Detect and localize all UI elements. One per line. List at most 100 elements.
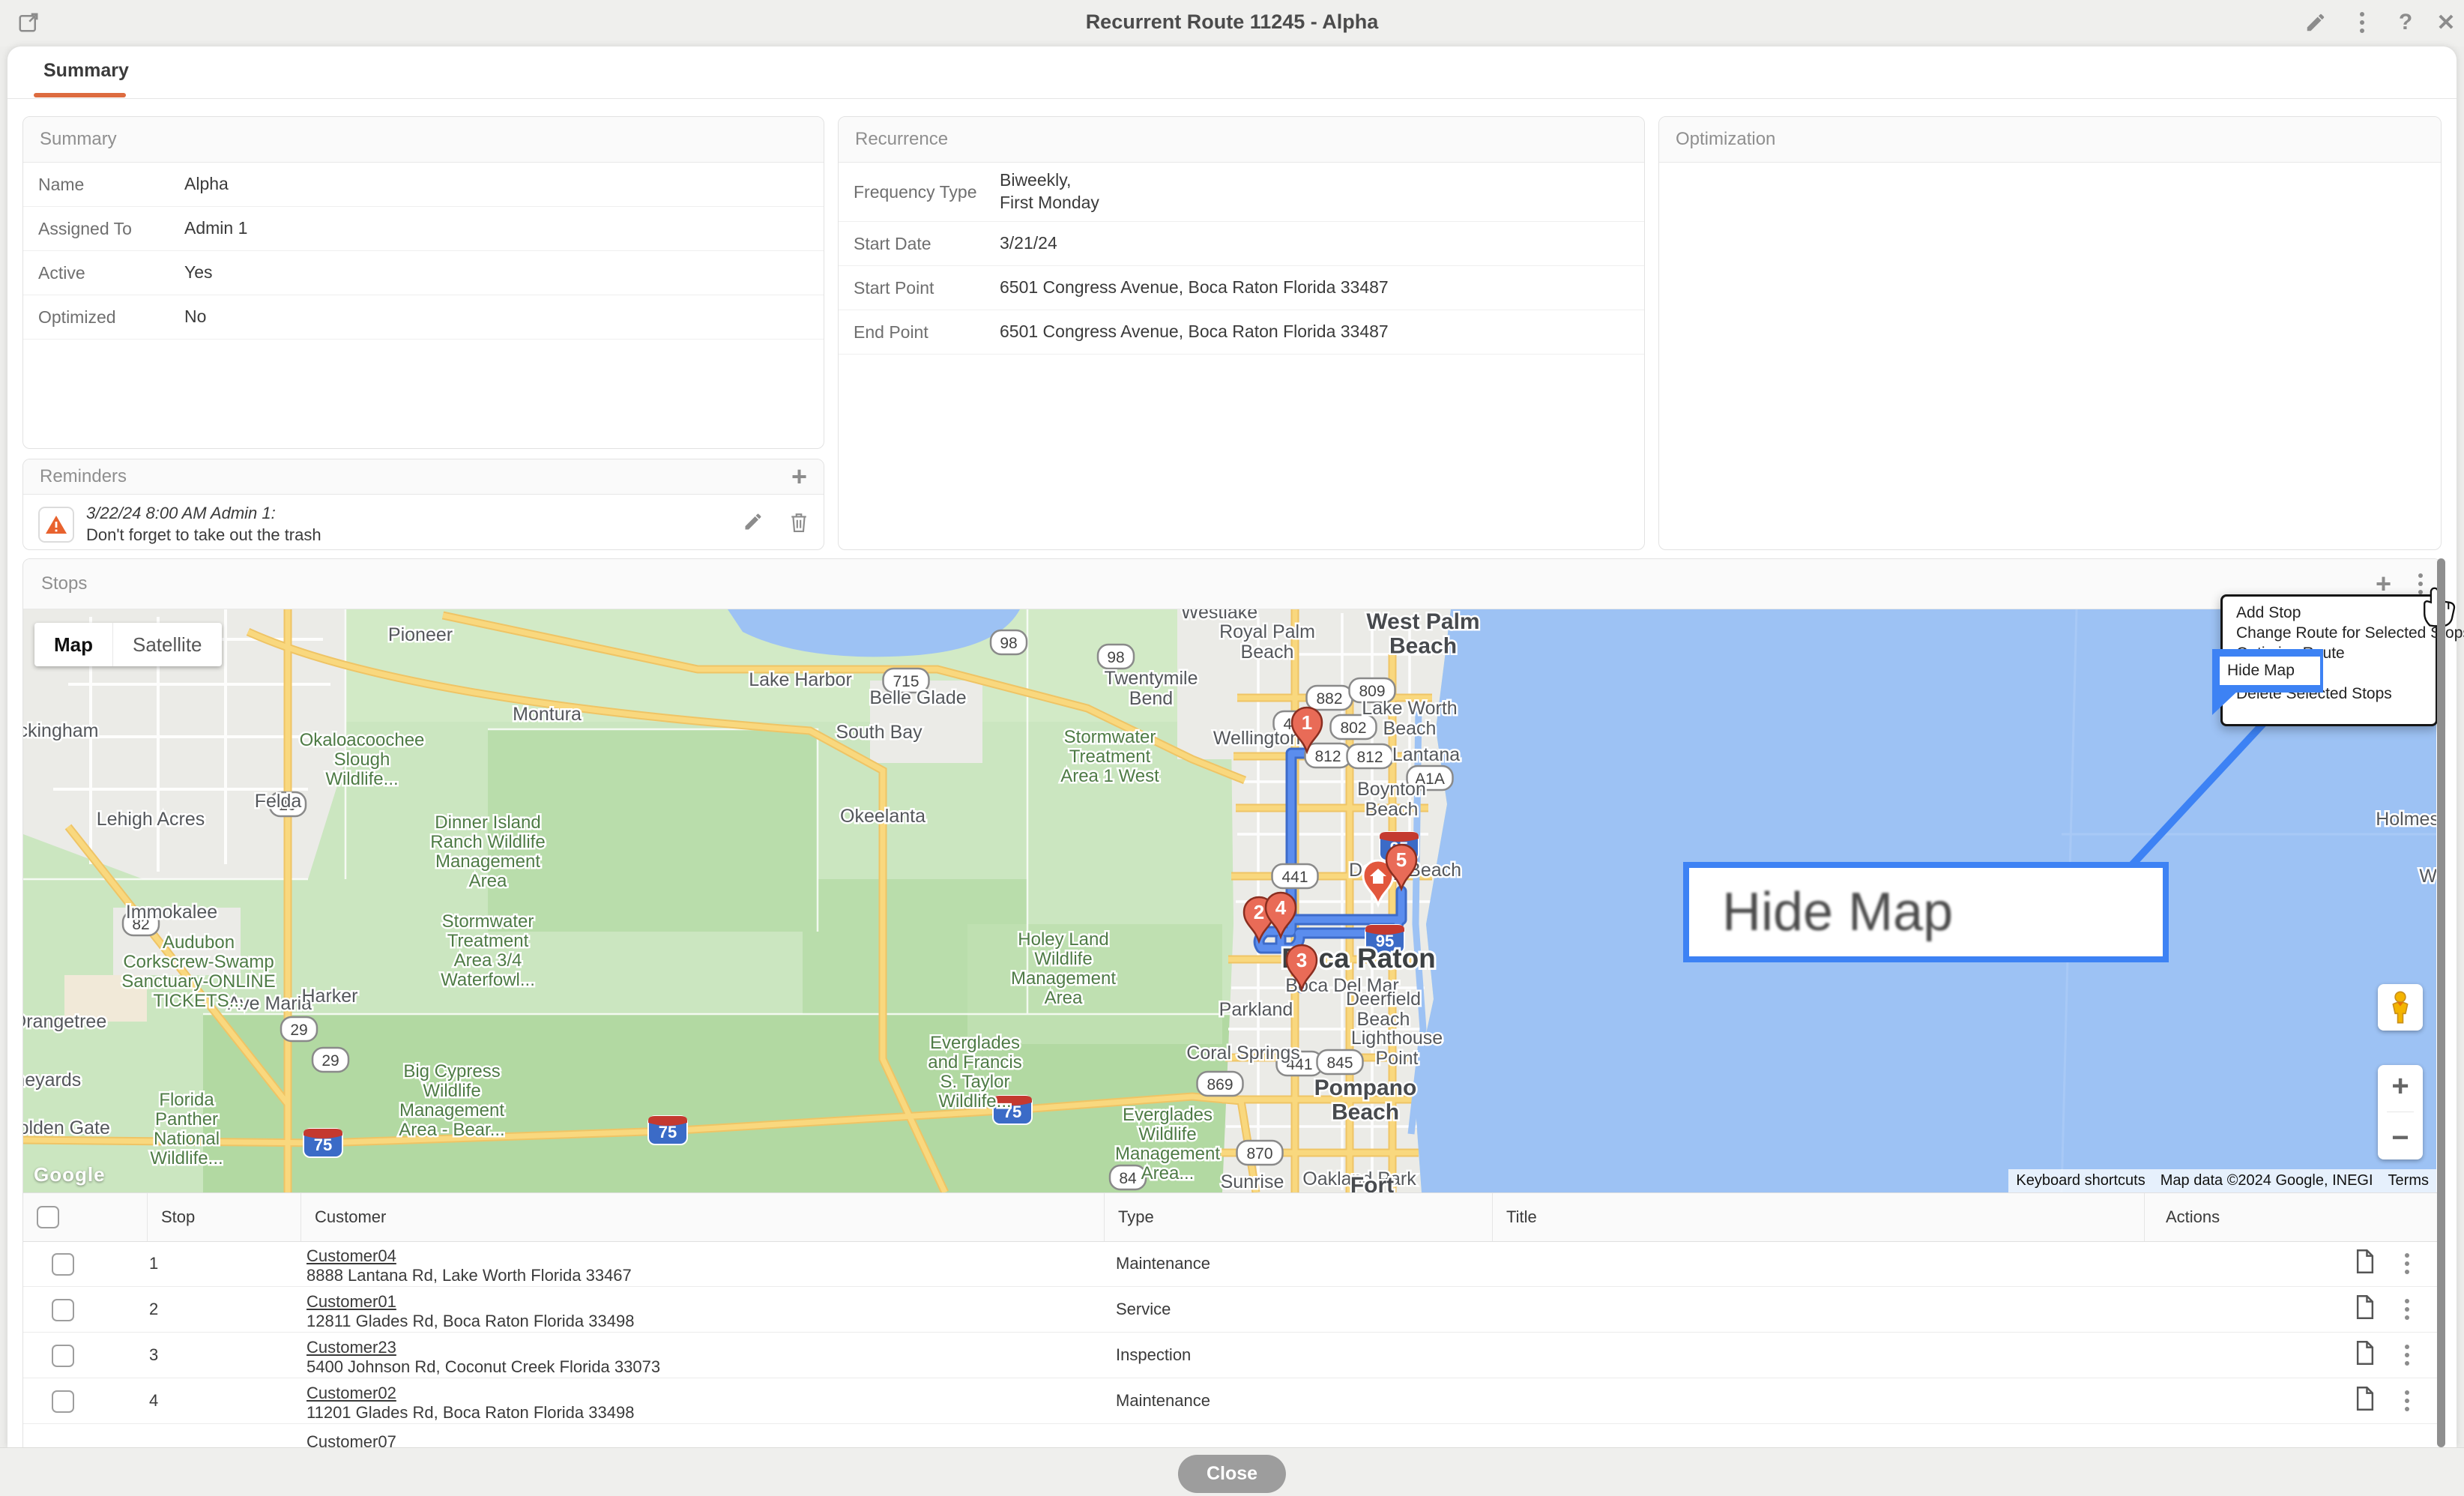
road-shield: 29 (281, 1017, 317, 1041)
road-shield: 870 (1237, 1141, 1283, 1165)
recurrence-row-frequency: Frequency Type Biweekly, First Monday (839, 163, 1644, 222)
svg-text:Immokalee: Immokalee (126, 902, 217, 923)
tab-divider (7, 98, 2457, 99)
svg-text:882: 882 (1316, 690, 1342, 708)
svg-text:5: 5 (1396, 848, 1407, 871)
document-icon[interactable] (2355, 1341, 2375, 1369)
more-options-icon[interactable] (2347, 7, 2377, 37)
svg-text:Wellington: Wellington (1213, 728, 1300, 749)
road-shield: 882 (1307, 686, 1353, 710)
road-shield: 812 (1347, 744, 1393, 768)
window-title: Recurrent Route 11245 - Alpha (0, 10, 2464, 34)
recurrence-card-title: Recurrence (855, 129, 948, 150)
road-shield: 812 (1305, 744, 1351, 767)
customer-link[interactable]: Customer07 (307, 1432, 396, 1449)
row-menu-icon[interactable] (2405, 1390, 2409, 1411)
svg-text:Wi: Wi (2419, 866, 2436, 887)
customer-link[interactable]: Customer04 (307, 1246, 396, 1266)
menu-item-change-route[interactable]: Change Route for Selected Stops (2223, 623, 2436, 643)
hide-map-highlight-chip[interactable]: Hide Map (2220, 657, 2320, 685)
table-row: 2 Customer01 12811 Glades Rd, Boca Raton… (23, 1286, 2439, 1333)
svg-text:South Bay: South Bay (836, 722, 923, 743)
document-icon[interactable] (2355, 1249, 2375, 1278)
customer-address: 12811 Glades Rd, Boca Raton Florida 3349… (307, 1312, 634, 1331)
svg-text:2: 2 (1254, 901, 1264, 923)
screen: Recurrent Route 11245 - Alpha ? ✕ Summar… (0, 0, 2464, 1496)
col-customer: Customer (301, 1193, 1104, 1241)
svg-text:812: 812 (1314, 748, 1341, 765)
close-window-icon[interactable]: ✕ (2431, 7, 2461, 37)
add-reminder-button[interactable]: + (791, 463, 807, 490)
row-checkbox[interactable] (52, 1253, 74, 1276)
recurrence-row-startdate: Start Date 3/21/24 (839, 222, 1644, 266)
vertical-scrollbar[interactable] (2437, 558, 2445, 1447)
map-view-button[interactable]: Map (34, 623, 112, 666)
svg-text:Orangetree: Orangetree (23, 1011, 106, 1032)
tab-summary[interactable]: Summary (43, 60, 129, 82)
table-row: 1 Customer04 8888 Lantana Rd, Lake Worth… (23, 1240, 2439, 1287)
svg-text:Golden Gate: Golden Gate (23, 1118, 110, 1138)
row-menu-icon[interactable] (2405, 1299, 2409, 1320)
terms-link[interactable]: Terms (2381, 1169, 2436, 1192)
stop-type: Maintenance (1116, 1391, 1210, 1411)
road-shield: 845 (1317, 1050, 1363, 1074)
svg-text:Parkland: Parkland (1219, 999, 1293, 1020)
row-checkbox[interactable] (52, 1345, 74, 1367)
svg-text:84: 84 (1119, 1170, 1137, 1187)
row-checkbox[interactable] (52, 1299, 74, 1321)
reminder-item: 3/22/24 8:00 AM Admin 1: Don't forget to… (23, 495, 824, 550)
select-all-checkbox[interactable] (37, 1206, 59, 1228)
zoom-in-button[interactable]: + (2391, 1070, 2409, 1103)
svg-text:29: 29 (321, 1052, 339, 1070)
zoom-out-button[interactable]: − (2391, 1121, 2409, 1155)
road-shield: 75 (648, 1116, 687, 1144)
customer-link[interactable]: Customer23 (307, 1338, 396, 1357)
svg-text:Pioneer: Pioneer (388, 624, 453, 645)
recurrence-row-endpoint: End Point 6501 Congress Avenue, Boca Rat… (839, 310, 1644, 355)
customer-link[interactable]: Customer01 (307, 1292, 396, 1312)
svg-text:DeerfieldBeach: DeerfieldBeach (1346, 989, 1421, 1030)
svg-text:Big CypressWildlifeManagementA: Big CypressWildlifeManagementArea - Bear… (399, 1061, 504, 1140)
svg-text:75: 75 (314, 1135, 332, 1154)
svg-text:FloridaPantherNationalWildlife: FloridaPantherNationalWildlife... (150, 1090, 223, 1168)
customer-address: 11201 Glades Rd, Boca Raton Florida 3349… (307, 1403, 634, 1423)
add-stop-button[interactable]: + (2376, 570, 2391, 597)
col-actions: Actions (2144, 1193, 2439, 1241)
table-row-partial: Customer07 (23, 1423, 2439, 1448)
svg-text:StormwaterTreatmentArea 3/4Wat: StormwaterTreatmentArea 3/4Waterfowl... (441, 911, 535, 990)
table-row: 3 Customer23 5400 Johnson Rd, Coconut Cr… (23, 1332, 2439, 1378)
edit-reminder-icon[interactable] (743, 511, 764, 537)
svg-text:ckingham: ckingham (23, 720, 99, 741)
customer-link[interactable]: Customer02 (307, 1384, 396, 1403)
stops-table-header: Stop Customer Type Title Actions (23, 1192, 2439, 1242)
help-icon[interactable]: ? (2391, 7, 2421, 37)
map-attribution: Keyboard shortcuts Map data ©2024 Google… (2008, 1169, 2436, 1192)
satellite-view-button[interactable]: Satellite (112, 623, 222, 666)
keyboard-shortcuts-link[interactable]: Keyboard shortcuts (2008, 1169, 2152, 1192)
svg-text:29: 29 (290, 1022, 307, 1039)
svg-text:Harker: Harker (301, 986, 357, 1007)
svg-text:Holmes Roa: Holmes Roa (2376, 809, 2436, 830)
menu-item-add-stop[interactable]: Add Stop (2223, 603, 2436, 623)
document-icon[interactable] (2355, 1295, 2375, 1324)
svg-text:Lake Harbor: Lake Harbor (749, 669, 852, 690)
close-button[interactable]: Close (1178, 1455, 1286, 1493)
road-shield: 98 (991, 630, 1027, 654)
svg-text:98: 98 (1107, 649, 1124, 666)
optimization-card-title: Optimization (1676, 129, 1775, 150)
row-checkbox[interactable] (52, 1390, 74, 1413)
edit-icon[interactable] (2301, 7, 2331, 37)
delete-reminder-icon[interactable] (789, 511, 809, 537)
row-menu-icon[interactable] (2405, 1345, 2409, 1366)
document-icon[interactable] (2355, 1387, 2375, 1415)
pegman-control[interactable] (2378, 984, 2423, 1031)
road-shield: 98 (1098, 645, 1134, 669)
svg-text:Evergladesand FrancisS. Taylor: Evergladesand FrancisS. TaylorWildlife..… (928, 1033, 1021, 1112)
hide-map-callout: Hide Map (1683, 862, 2169, 962)
row-menu-icon[interactable] (2405, 1253, 2409, 1274)
svg-text:812: 812 (1356, 749, 1383, 766)
col-title: Title (1492, 1193, 2144, 1241)
svg-text:BoyntonBeach: BoyntonBeach (1357, 779, 1426, 820)
svg-text:Montura: Montura (513, 704, 582, 725)
svg-text:869: 869 (1207, 1076, 1233, 1094)
